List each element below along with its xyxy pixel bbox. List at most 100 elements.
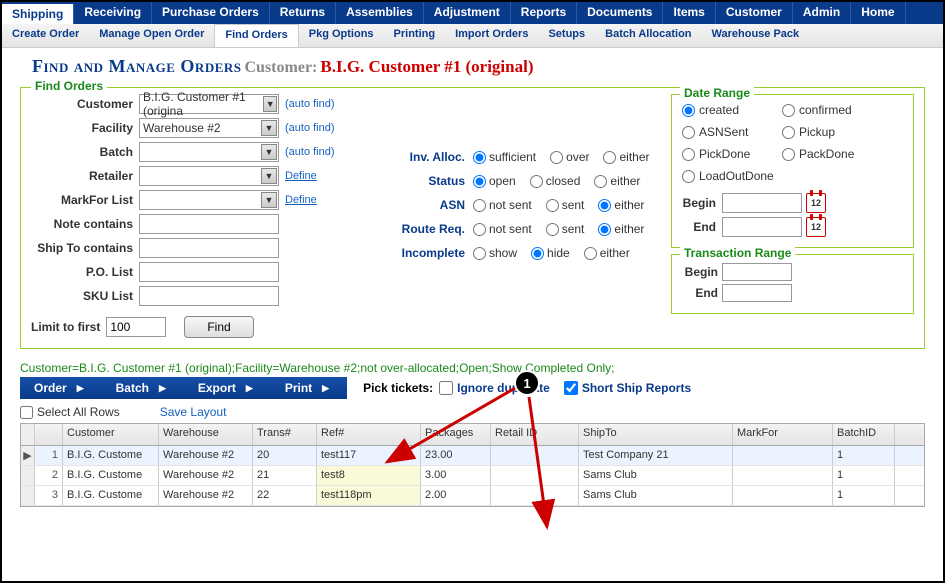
batch-combo[interactable]: ▼ (139, 142, 279, 162)
cell-customer: B.I.G. Custome (63, 486, 159, 505)
dr-pickdone[interactable]: PickDone (682, 147, 782, 161)
status-open[interactable]: open (473, 174, 516, 188)
tab-purchase-orders[interactable]: Purchase Orders (152, 2, 270, 24)
subnav-pkg-options[interactable]: Pkg Options (299, 24, 384, 47)
retailer-combo[interactable]: ▼ (139, 166, 279, 186)
col-shipto[interactable]: ShipTo (579, 424, 733, 445)
ignore-duplicate-checkbox[interactable]: Ignore duplicate (439, 381, 550, 395)
title-main: Find and Manage Orders (32, 56, 242, 76)
batch-autofind-link[interactable]: (auto find) (285, 146, 335, 158)
calendar-icon[interactable]: 12 (806, 217, 826, 237)
invalloc-either[interactable]: either (603, 150, 649, 164)
col-customer[interactable]: Customer (63, 424, 159, 445)
skulist-input[interactable] (139, 286, 279, 306)
limit-input[interactable] (106, 317, 166, 337)
customer-combo[interactable]: B.I.G. Customer #1 (origina▼ (139, 94, 279, 114)
tr-begin-input[interactable] (722, 263, 792, 281)
status-either[interactable]: either (594, 174, 640, 188)
end-date-input[interactable] (722, 217, 802, 237)
table-row[interactable]: 3 B.I.G. Custome Warehouse #2 22 test118… (21, 486, 924, 506)
dr-created[interactable]: created (682, 103, 782, 117)
invalloc-sufficient[interactable]: sufficient (473, 150, 536, 164)
dr-asnsent[interactable]: ASNSent (682, 125, 782, 139)
asn-notsent[interactable]: not sent (473, 198, 532, 212)
short-ship-checkbox[interactable]: Short Ship Reports (564, 381, 691, 395)
dr-confirmed[interactable]: confirmed (782, 103, 882, 117)
route-sent[interactable]: sent (546, 222, 585, 236)
col-ref[interactable]: Ref# (317, 424, 421, 445)
save-layout-link[interactable]: Save Layout (160, 405, 227, 419)
polist-input[interactable] (139, 262, 279, 282)
subnav-warehouse-pack[interactable]: Warehouse Pack (702, 24, 810, 47)
cell-shipto: Test Company 21 (579, 446, 733, 465)
dr-pickup[interactable]: Pickup (782, 125, 882, 139)
facility-label: Facility (31, 121, 139, 135)
select-all-checkbox[interactable] (20, 406, 33, 419)
chevron-down-icon[interactable]: ▼ (261, 120, 277, 136)
col-retailid[interactable]: Retail ID (491, 424, 579, 445)
asn-either[interactable]: either (598, 198, 644, 212)
retailer-define-link[interactable]: Define (285, 170, 317, 182)
subnav-printing[interactable]: Printing (384, 24, 446, 47)
find-button[interactable]: Find (184, 316, 253, 338)
tab-home[interactable]: Home (851, 2, 905, 24)
facility-autofind-link[interactable]: (auto find) (285, 122, 335, 134)
retailer-label: Retailer (31, 169, 139, 183)
tr-end-input[interactable] (722, 284, 792, 302)
customer-autofind-link[interactable]: (auto find) (285, 98, 335, 110)
menu-export[interactable]: Export▶ (184, 381, 271, 395)
incomplete-hide[interactable]: hide (531, 246, 570, 260)
chevron-down-icon[interactable]: ▼ (263, 96, 277, 112)
calendar-icon[interactable]: 12 (806, 193, 826, 213)
tab-returns[interactable]: Returns (270, 2, 336, 24)
dr-loadoutdone[interactable]: LoadOutDone (682, 169, 812, 183)
chevron-down-icon[interactable]: ▼ (261, 144, 277, 160)
tab-items[interactable]: Items (663, 2, 715, 24)
table-row[interactable]: ▶ 1 B.I.G. Custome Warehouse #2 20 test1… (21, 446, 924, 466)
cell-ref[interactable]: test118pm (317, 486, 421, 505)
tab-reports[interactable]: Reports (511, 2, 577, 24)
chevron-down-icon[interactable]: ▼ (261, 168, 277, 184)
route-either[interactable]: either (598, 222, 644, 236)
tab-shipping[interactable]: Shipping (2, 2, 74, 24)
subnav-create-order[interactable]: Create Order (2, 24, 89, 47)
menu-order[interactable]: Order▶ (20, 381, 102, 395)
incomplete-show[interactable]: show (473, 246, 517, 260)
tab-admin[interactable]: Admin (793, 2, 851, 24)
note-input[interactable] (139, 214, 279, 234)
date-range-fieldset: Date Range created confirmed ASNSent Pic… (671, 94, 914, 248)
dr-packdone[interactable]: PackDone (782, 147, 882, 161)
cell-ref[interactable]: test8 (317, 466, 421, 485)
table-row[interactable]: 2 B.I.G. Custome Warehouse #2 21 test8 3… (21, 466, 924, 486)
subnav-batch-allocation[interactable]: Batch Allocation (595, 24, 701, 47)
subnav-import-orders[interactable]: Import Orders (445, 24, 538, 47)
col-warehouse[interactable]: Warehouse (159, 424, 253, 445)
status-closed[interactable]: closed (530, 174, 581, 188)
col-packages[interactable]: Packages (421, 424, 491, 445)
incomplete-either[interactable]: either (584, 246, 630, 260)
tab-documents[interactable]: Documents (577, 2, 663, 24)
col-markfor[interactable]: MarkFor (733, 424, 833, 445)
tab-assemblies[interactable]: Assemblies (336, 2, 424, 24)
invalloc-over[interactable]: over (550, 150, 589, 164)
shipto-input[interactable] (139, 238, 279, 258)
col-batchid[interactable]: BatchID (833, 424, 895, 445)
tab-receiving[interactable]: Receiving (74, 2, 152, 24)
facility-combo[interactable]: Warehouse #2▼ (139, 118, 279, 138)
subnav-manage-open-order[interactable]: Manage Open Order (89, 24, 214, 47)
subnav-setups[interactable]: Setups (538, 24, 595, 47)
chevron-down-icon[interactable]: ▼ (261, 192, 277, 208)
subnav-find-orders[interactable]: Find Orders (214, 24, 298, 47)
asn-sent[interactable]: sent (546, 198, 585, 212)
menu-print[interactable]: Print▶ (271, 381, 347, 395)
menu-batch[interactable]: Batch▶ (102, 381, 184, 395)
col-trans[interactable]: Trans# (253, 424, 317, 445)
cell-ref[interactable]: test117 (317, 446, 421, 465)
tab-customer[interactable]: Customer (716, 2, 793, 24)
limit-label: Limit to first (31, 320, 100, 334)
tab-adjustment[interactable]: Adjustment (424, 2, 511, 24)
markfor-define-link[interactable]: Define (285, 194, 317, 206)
begin-date-input[interactable] (722, 193, 802, 213)
markfor-combo[interactable]: ▼ (139, 190, 279, 210)
route-notsent[interactable]: not sent (473, 222, 532, 236)
